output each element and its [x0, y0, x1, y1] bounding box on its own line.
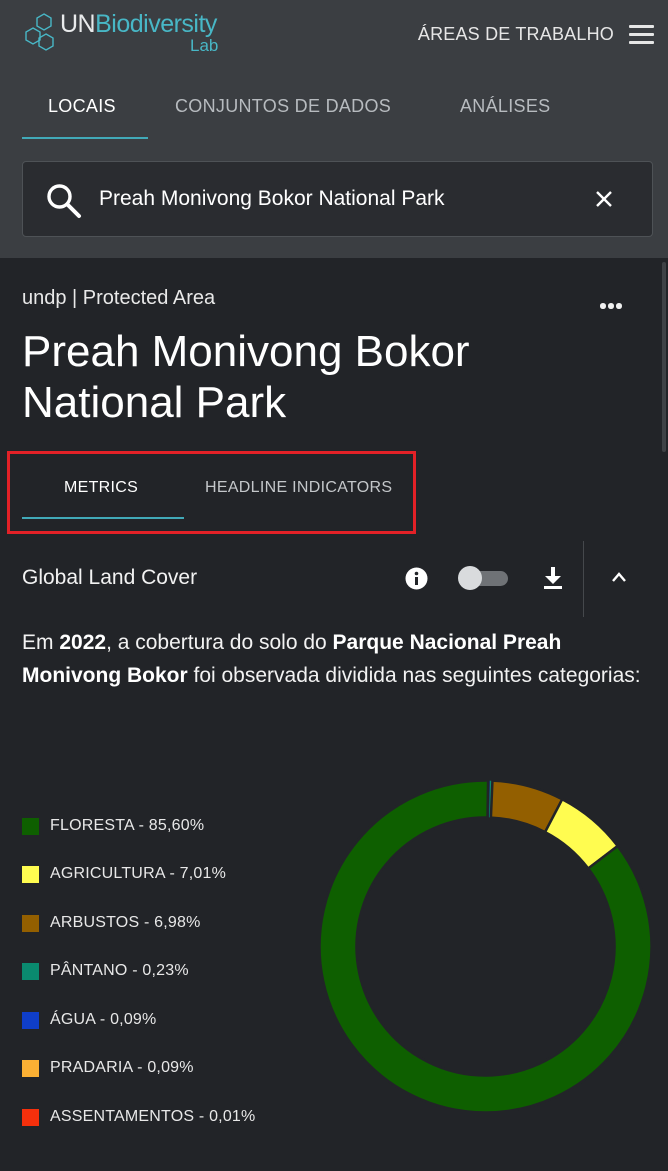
- divider: [583, 541, 584, 617]
- legend-swatch: [22, 866, 39, 883]
- page-title: Preah Monivong Bokor National Park: [22, 327, 470, 427]
- search-icon[interactable]: [45, 182, 83, 220]
- highlight-box: [7, 451, 416, 534]
- active-tab-indicator: [22, 137, 148, 139]
- land-cover-description: Em 2022, a cobertura do solo do Parque N…: [22, 631, 641, 687]
- legend-swatch: [22, 963, 39, 980]
- search-input[interactable]: [99, 184, 579, 214]
- legend-swatch: [22, 1109, 39, 1126]
- description-year: 2022: [59, 631, 107, 654]
- top-bar: UNBiodiversity Lab ÁREAS DE TRABALHO LOC…: [0, 0, 668, 258]
- tab-analises[interactable]: ANÁLISES: [460, 96, 550, 117]
- place-subtitle: undp | Protected Area: [22, 287, 216, 309]
- scrollbar[interactable]: [662, 262, 666, 452]
- download-icon[interactable]: [542, 566, 564, 590]
- legend-swatch: [22, 1012, 39, 1029]
- hamburger-menu-icon[interactable]: [629, 25, 654, 44]
- legend-swatch: [22, 915, 39, 932]
- tab-conjuntos-de-dados[interactable]: CONJUNTOS DE DADOS: [175, 96, 391, 117]
- toggle-knob: [458, 566, 482, 590]
- section-title: Global Land Cover: [22, 566, 198, 589]
- legend-swatch: [22, 818, 39, 835]
- more-horizontal-icon[interactable]: [598, 296, 624, 316]
- tab-locais[interactable]: LOCAIS: [48, 96, 116, 117]
- close-icon[interactable]: [594, 189, 614, 209]
- land-cover-donut-chart: [319, 780, 652, 1113]
- chevron-up-icon[interactable]: [610, 570, 628, 584]
- toggle-switch[interactable]: [458, 566, 510, 590]
- logo-lab-text: Lab: [190, 36, 219, 55]
- search-bar: [22, 161, 653, 237]
- workspaces-link[interactable]: ÁREAS DE TRABALHO: [418, 24, 614, 45]
- legend-swatch: [22, 1060, 39, 1077]
- logo-hexagon-icon: [25, 13, 54, 51]
- logo[interactable]: UNBiodiversity Lab: [24, 8, 224, 56]
- info-icon[interactable]: [405, 567, 428, 590]
- logo-text: UNBiodiversity: [60, 10, 217, 38]
